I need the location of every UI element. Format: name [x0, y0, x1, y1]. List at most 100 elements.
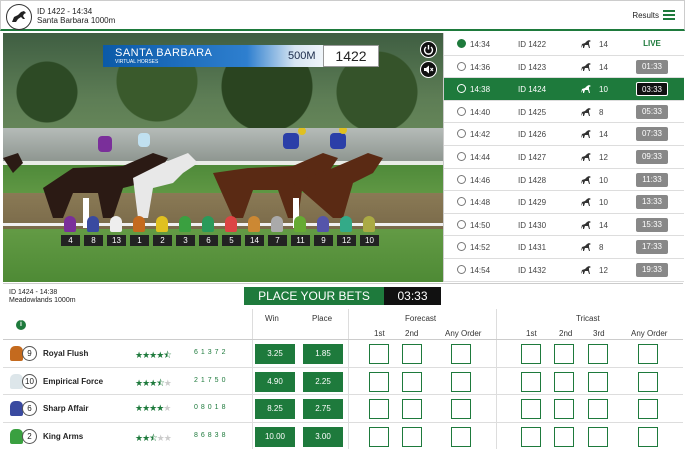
race-countdown: 11:33: [636, 172, 668, 187]
runner-row: 2 King Arms ★★⯪★★ 86838 10.00 3.00: [3, 423, 683, 449]
race-list-item[interactable]: 14:52 ID 1431 8 17:33: [444, 236, 684, 259]
race-countdown: 03:33: [636, 82, 668, 97]
banner-race-number: 1422: [323, 45, 379, 67]
results-button[interactable]: Results: [632, 10, 675, 20]
forecast-1st-checkbox[interactable]: [369, 426, 389, 447]
info-icon[interactable]: i: [16, 320, 26, 330]
place-your-bets-banner: PLACE YOUR BETS: [244, 287, 384, 305]
runner-position-4: 4: [61, 216, 80, 248]
jockey-silk-icon: [87, 216, 99, 232]
horse-icon: [580, 107, 592, 117]
runner-position-number: 9: [314, 235, 333, 246]
race-list-item[interactable]: 14:46 ID 1428 10 11:33: [444, 168, 684, 192]
forecast-2nd-checkbox[interactable]: [402, 426, 422, 447]
race-video[interactable]: SANTA BARBARA VIRTUAL HORSES 500M 1422 4…: [3, 33, 443, 282]
forecast-any-order-checkbox[interactable]: [451, 344, 471, 364]
runner-name: Empirical Force: [43, 376, 104, 386]
tricast-2nd-checkbox[interactable]: [554, 399, 574, 419]
tricast-1st-checkbox[interactable]: [521, 426, 541, 447]
runner-position-11: 11: [291, 216, 310, 248]
horse-icon: [580, 175, 592, 185]
tricast-1st-checkbox[interactable]: [521, 344, 541, 364]
race-list-item[interactable]: 14:38 ID 1424 10 03:33: [444, 78, 684, 101]
banner-venue: SANTA BARBARA: [115, 47, 213, 59]
bet-race-id: ID 1424 - 14:38: [9, 289, 58, 296]
jockey-silk-icon: [179, 216, 191, 232]
race-list-item[interactable]: 14:44 ID 1427 12 09:33: [444, 146, 684, 169]
runner-number: 6: [22, 401, 37, 416]
tricast-3rd-checkbox[interactable]: [588, 344, 608, 364]
tricast-3rd-checkbox[interactable]: [588, 371, 608, 392]
race-list-item[interactable]: 14:42 ID 1426 14 07:33: [444, 123, 684, 146]
forecast-1st-checkbox[interactable]: [369, 344, 389, 364]
place-odds-button[interactable]: 2.25: [303, 371, 343, 392]
runner-number: 2: [22, 428, 37, 444]
horse-icon: [580, 220, 592, 230]
runner-position-number: 4: [61, 235, 80, 246]
runner-position-3: 3: [176, 216, 195, 248]
tricast-2nd-checkbox[interactable]: [554, 371, 574, 392]
clock-icon: [457, 84, 466, 94]
star-rating: ★★★★⯪: [135, 350, 172, 360]
runner-position-number: 6: [199, 235, 218, 246]
runner-position-number: 12: [337, 235, 356, 246]
tricast-2nd-checkbox[interactable]: [554, 344, 574, 364]
win-odds-button[interactable]: 3.25: [255, 344, 295, 364]
tricast-any-order-checkbox[interactable]: [638, 426, 658, 447]
forecast-2nd-checkbox[interactable]: [402, 344, 422, 364]
tricast-3rd-checkbox[interactable]: [588, 426, 608, 447]
forecast-any-order-checkbox[interactable]: [451, 399, 471, 419]
race-id: ID 1430: [518, 220, 547, 230]
place-odds-button[interactable]: 3.00: [303, 426, 343, 447]
race-list-item[interactable]: 14:48 ID 1429 10 13:33: [444, 191, 684, 214]
race-list-item[interactable]: 14:34 ID 1422 14 LIVE: [444, 33, 684, 56]
tricast-any-order-checkbox[interactable]: [638, 371, 658, 392]
race-countdown: 07:33: [636, 127, 668, 142]
power-icon[interactable]: [420, 41, 437, 58]
race-id: ID 1428: [518, 175, 547, 185]
forecast-2nd-checkbox[interactable]: [402, 371, 422, 392]
forecast-1st-checkbox[interactable]: [369, 399, 389, 419]
win-odds-button[interactable]: 8.25: [255, 399, 295, 419]
forecast-2nd-checkbox[interactable]: [402, 399, 422, 419]
forecast-1st-checkbox[interactable]: [369, 371, 389, 392]
tricast-1st-checkbox[interactable]: [521, 371, 541, 392]
runner-position-number: 8: [84, 235, 103, 246]
header-forecast-any-order: Any Order: [445, 329, 482, 338]
jockey-silk-icon: [64, 216, 76, 232]
tricast-any-order-checkbox[interactable]: [638, 399, 658, 419]
runner-row: 9 Royal Flush ★★★★⯪ 61372 3.25 1.85: [3, 340, 683, 368]
clock-icon: [457, 39, 466, 48]
clock-icon: [457, 152, 466, 161]
runner-row: 10 Empirical Force ★★★⯪★ 21750 4.90 2.25: [3, 368, 683, 395]
runner-count: 10: [599, 85, 608, 95]
race-time: 14:40: [470, 107, 491, 117]
place-odds-button[interactable]: 1.85: [303, 344, 343, 364]
mute-icon[interactable]: [420, 61, 437, 78]
tricast-any-order-checkbox[interactable]: [638, 344, 658, 364]
runner-form: 61372: [194, 349, 229, 356]
tricast-3rd-checkbox[interactable]: [588, 399, 608, 419]
jockey-silk-icon: [110, 216, 122, 232]
runner-count: 10: [599, 198, 608, 208]
bets-table-header: i Win Place Forecast Tricast 1st 2nd Any…: [3, 309, 683, 340]
banner-subtitle: VIRTUAL HORSES: [115, 59, 159, 65]
race-list-item[interactable]: 14:50 ID 1430 14 15:33: [444, 213, 684, 237]
race-list-item[interactable]: 14:36 ID 1423 14 01:33: [444, 55, 684, 79]
jockey-silk-icon: [133, 216, 145, 232]
win-odds-button[interactable]: 4.90: [255, 371, 295, 392]
forecast-any-order-checkbox[interactable]: [451, 426, 471, 447]
race-id: ID 1427: [518, 153, 547, 162]
race-countdown: LIVE: [643, 39, 661, 48]
runner-position-2: 2: [153, 216, 172, 248]
runner-number: 10: [22, 373, 37, 389]
banner-distance: 500M: [288, 50, 316, 62]
forecast-any-order-checkbox[interactable]: [451, 371, 471, 392]
win-odds-button[interactable]: 10.00: [255, 426, 295, 447]
race-list-item[interactable]: 14:40 ID 1425 8 05:33: [444, 100, 684, 124]
tricast-1st-checkbox[interactable]: [521, 399, 541, 419]
tricast-2nd-checkbox[interactable]: [554, 426, 574, 447]
race-id: ID 1425: [518, 107, 547, 117]
place-odds-button[interactable]: 2.75: [303, 399, 343, 419]
race-list-item[interactable]: 14:54 ID 1432 12 19:33: [444, 259, 684, 282]
